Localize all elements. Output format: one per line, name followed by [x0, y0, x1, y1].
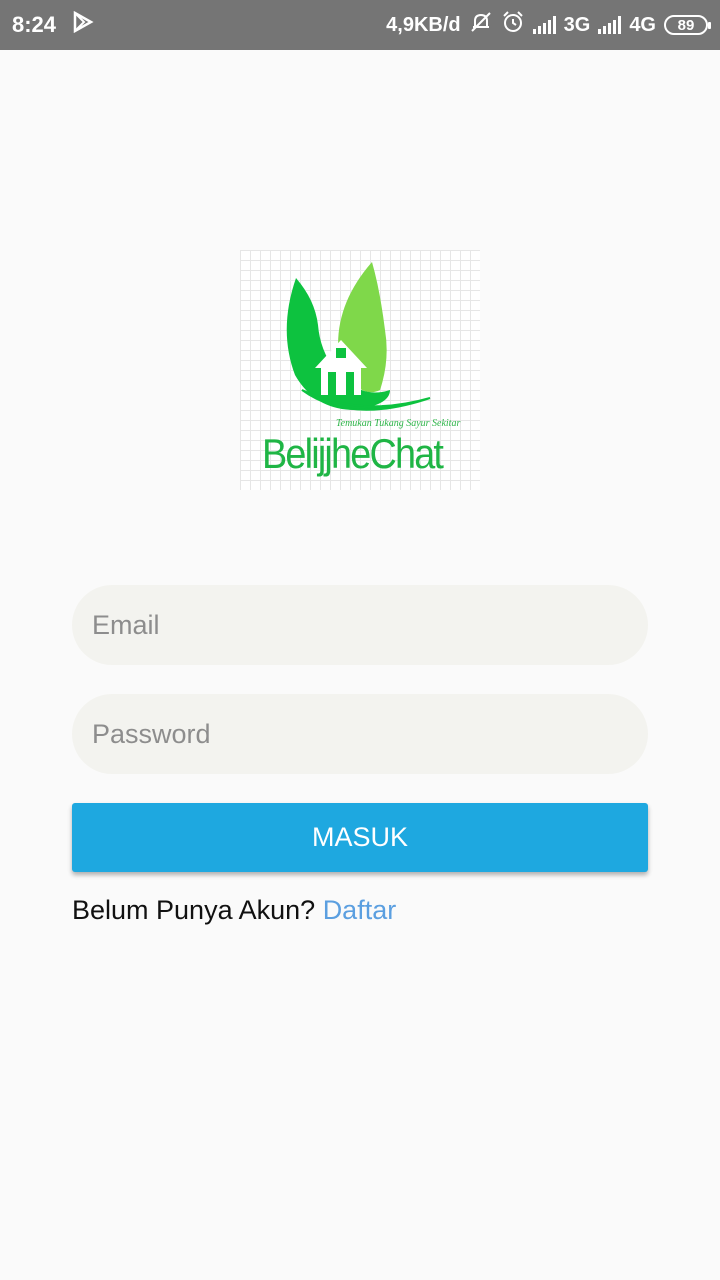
email-field[interactable]: [72, 585, 648, 665]
logo-title: BelijjheChat: [262, 430, 444, 477]
login-button[interactable]: MASUK: [72, 803, 648, 872]
alarm-icon: [501, 10, 525, 40]
battery-level: 89: [677, 16, 695, 34]
signal-icon-2: [598, 16, 622, 34]
register-prompt: Belum Punya Akun?: [72, 895, 316, 925]
mute-bell-icon: [469, 10, 493, 40]
network-type-1: 3G: [563, 13, 591, 36]
logo-tagline: Temukan Tukang Sayur Sekitar: [336, 418, 461, 429]
app-logo: Temukan Tukang Sayur Sekitar BelijjheCha…: [240, 250, 480, 490]
net-speed: 4,9KB/d: [386, 13, 461, 36]
signal-icon: [532, 16, 556, 34]
status-bar: 8:24 4,9KB/d 3G 4G 89: [0, 0, 720, 50]
status-time: 8:24: [12, 12, 57, 37]
network-type-2: 4G: [629, 13, 656, 36]
register-row: Belum Punya Akun? Daftar: [72, 895, 396, 926]
register-link[interactable]: Daftar: [323, 895, 397, 925]
play-store-icon: [72, 10, 94, 39]
battery-icon: 89: [664, 15, 711, 35]
password-field[interactable]: [72, 694, 648, 774]
